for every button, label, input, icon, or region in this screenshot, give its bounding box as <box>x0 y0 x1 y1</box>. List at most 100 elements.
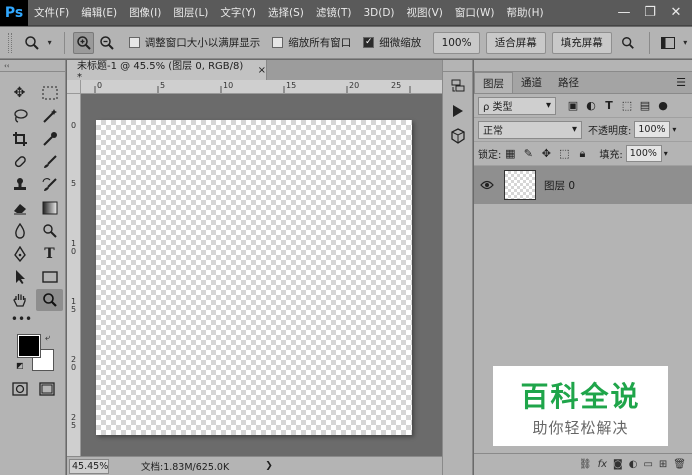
lock-all-icon[interactable]: 🔒︎ <box>573 145 591 163</box>
default-colors-icon[interactable]: ◩ <box>16 361 24 370</box>
menu-filter[interactable]: 滤镜(T) <box>310 5 358 20</box>
menu-file[interactable]: 文件(F) <box>28 5 75 20</box>
screen-mode-icon[interactable] <box>33 378 60 400</box>
layer-mask-icon[interactable]: ◙ <box>613 459 623 470</box>
panel-menu-icon[interactable]: ☰ <box>676 76 686 89</box>
lock-artboard-icon[interactable]: ⬚ <box>555 145 573 163</box>
dodge-tool-icon[interactable] <box>36 220 63 242</box>
pen-tool-icon[interactable] <box>6 243 33 265</box>
zoom-tool-icon[interactable] <box>36 289 63 311</box>
fill-dropdown-icon[interactable]: ▾ <box>664 149 668 158</box>
menu-help[interactable]: 帮助(H) <box>501 5 550 20</box>
new-group-icon[interactable]: ▭ <box>643 459 652 470</box>
blend-mode-select[interactable]: 正常 ▾ <box>478 120 582 139</box>
tools-panel-header[interactable]: ‹‹ <box>0 60 65 72</box>
menu-type[interactable]: 文字(Y) <box>214 5 262 20</box>
fill-field[interactable]: 100% <box>625 145 662 162</box>
edit-toolbar-icon[interactable]: ••• <box>8 308 35 330</box>
menu-edit[interactable]: 编辑(E) <box>75 5 123 20</box>
visibility-eye-icon[interactable] <box>474 180 500 190</box>
tab-paths[interactable]: 路径 <box>550 72 587 93</box>
lock-transparent-icon[interactable]: ▦ <box>501 145 519 163</box>
lock-pixels-icon[interactable]: ✎ <box>519 145 537 163</box>
minimize-button[interactable]: — <box>614 3 634 21</box>
clone-stamp-tool-icon[interactable] <box>6 174 33 196</box>
path-selection-tool-icon[interactable] <box>6 266 33 288</box>
filter-type-icon[interactable]: T <box>600 97 618 115</box>
ruler-origin[interactable] <box>67 80 81 94</box>
document-size-info[interactable]: 文档:1.83M/625.0K <box>141 459 229 473</box>
menu-layer[interactable]: 图层(L) <box>167 5 214 20</box>
opacity-dropdown-icon[interactable]: ▾ <box>672 125 676 134</box>
type-tool-icon[interactable]: T <box>36 243 63 265</box>
tool-preset-dropdown-icon[interactable]: ▾ <box>45 32 55 54</box>
layer-style-icon[interactable]: fx <box>598 459 607 470</box>
blur-tool-icon[interactable] <box>6 220 33 242</box>
restore-button[interactable]: ❐ <box>640 3 660 21</box>
vertical-ruler[interactable]: 0 5 1 0 1 5 2 0 2 5 <box>67 94 81 456</box>
scrubby-zoom-checkbox[interactable]: ✓ 细微缩放 <box>363 35 421 50</box>
quick-mask-icon[interactable] <box>6 378 33 400</box>
layer-name[interactable]: 图层 0 <box>544 178 575 193</box>
link-layers-icon[interactable]: ⛓ <box>579 459 592 470</box>
workspace-dropdown-icon[interactable]: ▾ <box>680 32 690 54</box>
lasso-tool-icon[interactable] <box>6 105 33 127</box>
layers-panel-header[interactable] <box>474 60 692 72</box>
menu-image[interactable]: 图像(I) <box>123 5 167 20</box>
horizontal-ruler[interactable]: 0 5 10 15 20 25 <box>81 80 442 94</box>
eyedropper-tool-icon[interactable] <box>36 128 63 150</box>
opacity-field[interactable]: 100% <box>634 121 671 138</box>
transparent-canvas[interactable] <box>96 120 412 435</box>
zoom-all-box[interactable] <box>272 37 284 48</box>
rectangle-tool-icon[interactable] <box>36 266 63 288</box>
options-grip[interactable] <box>8 32 12 53</box>
eraser-tool-icon[interactable] <box>6 197 33 219</box>
search-icon[interactable] <box>618 32 639 54</box>
close-button[interactable]: ✕ <box>666 3 686 21</box>
zoom-in-icon[interactable] <box>73 31 95 54</box>
marquee-tool-icon[interactable] <box>36 82 63 104</box>
zoom-100-button[interactable]: 100% <box>433 31 480 54</box>
close-tab-icon[interactable]: × <box>258 65 266 76</box>
adjustment-layer-icon[interactable]: ◐ <box>629 459 638 470</box>
move-tool-icon[interactable]: ✥ <box>6 82 33 104</box>
filter-shape-icon[interactable]: ⬚ <box>618 97 636 115</box>
menu-window[interactable]: 窗口(W) <box>449 5 501 20</box>
menu-view[interactable]: 视图(V) <box>401 5 449 20</box>
delete-layer-icon[interactable]: 🗑︎ <box>673 459 686 470</box>
tab-layers[interactable]: 图层 <box>474 72 513 93</box>
zoom-all-windows-checkbox[interactable]: 缩放所有窗口 <box>272 35 351 50</box>
resize-windows-box[interactable] <box>128 37 140 48</box>
foreground-color-swatch[interactable] <box>17 334 41 358</box>
layer-thumbnail[interactable] <box>504 170 536 200</box>
filter-pixel-icon[interactable]: ▣ <box>564 97 582 115</box>
zoom-tool-preset-icon[interactable] <box>22 32 43 54</box>
document-tab[interactable]: 未标题-1 @ 45.5% (图层 0, RGB/8) * × <box>67 60 267 83</box>
menu-3d[interactable]: 3D(D) <box>357 7 400 19</box>
lock-position-icon[interactable]: ✥ <box>537 145 555 163</box>
history-brush-tool-icon[interactable] <box>36 174 63 196</box>
3d-panel-icon[interactable] <box>443 125 472 147</box>
healing-brush-tool-icon[interactable] <box>6 151 33 173</box>
scrubby-zoom-box[interactable]: ✓ <box>363 37 375 48</box>
swap-colors-icon[interactable]: ⤶ <box>45 333 50 343</box>
status-menu-arrow-icon[interactable]: ❯ <box>265 461 273 471</box>
brush-tool-icon[interactable] <box>36 151 63 173</box>
workspace-icon[interactable] <box>658 32 679 54</box>
fit-screen-button[interactable]: 适合屏幕 <box>485 31 546 54</box>
tab-channels[interactable]: 通道 <box>513 72 550 93</box>
kind-filter-select[interactable]: ρ 类型 ▾ <box>478 96 556 115</box>
magic-wand-tool-icon[interactable] <box>36 105 63 127</box>
filter-smart-object-icon[interactable]: ▤ <box>636 97 654 115</box>
filter-adjustment-icon[interactable]: ◐ <box>582 97 600 115</box>
resize-windows-checkbox[interactable]: 调整窗口大小以满屏显示 <box>128 35 260 50</box>
zoom-level-field[interactable]: 45.45% <box>69 458 109 474</box>
fill-screen-button[interactable]: 填充屏幕 <box>551 31 612 54</box>
filter-toggle-icon[interactable]: ● <box>654 97 672 115</box>
history-panel-icon[interactable] <box>443 75 472 97</box>
menu-select[interactable]: 选择(S) <box>262 5 310 20</box>
crop-tool-icon[interactable] <box>6 128 33 150</box>
new-layer-icon[interactable]: ⊞ <box>659 459 667 470</box>
strip-header[interactable] <box>443 60 472 72</box>
layer-row[interactable]: 图层 0 <box>474 166 692 204</box>
